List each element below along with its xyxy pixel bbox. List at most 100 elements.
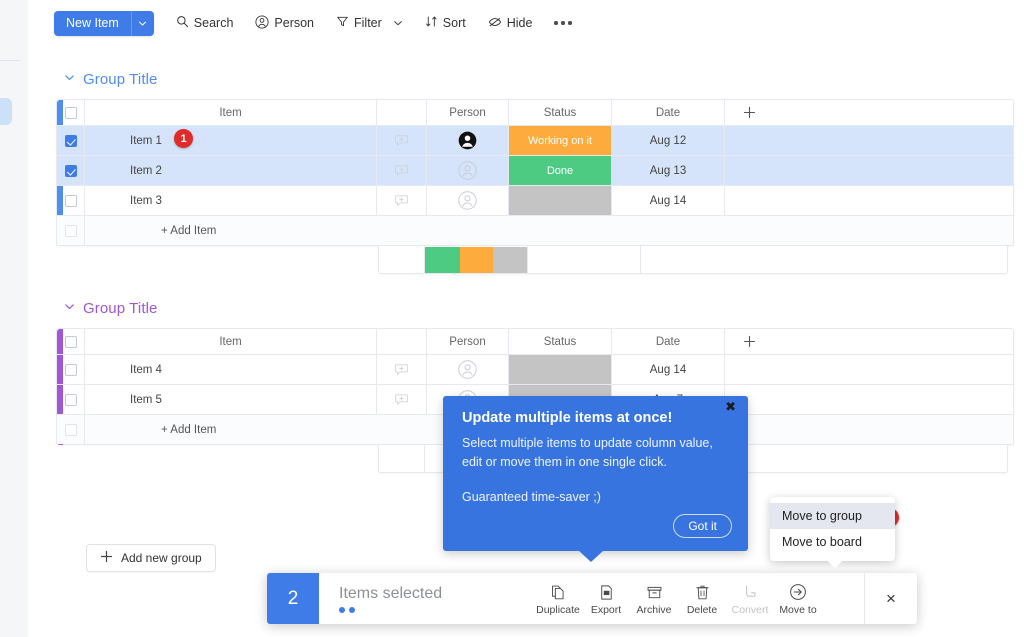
row-person-avatar[interactable] <box>427 156 509 185</box>
row-date-cell[interactable]: Aug 12 <box>612 126 725 155</box>
chevron-down-icon[interactable] <box>64 72 75 86</box>
table-row[interactable]: Item 3 Aug 14 <box>57 186 1013 216</box>
row-empty-cell <box>725 385 1013 414</box>
column-header-person[interactable]: Person <box>427 100 509 125</box>
row-checkbox[interactable] <box>57 385 85 414</box>
chevron-down-icon[interactable] <box>393 18 403 28</box>
got-it-button[interactable]: Got it <box>673 514 732 538</box>
archive-action[interactable]: Archive <box>630 582 678 616</box>
row-date-cell[interactable]: Aug 14 <box>612 355 725 384</box>
row-status-cell[interactable]: Done <box>509 156 612 185</box>
column-header-chat <box>377 329 427 354</box>
row-date-cell[interactable]: Aug 13 <box>612 156 725 185</box>
toolbar-search[interactable]: Search <box>176 15 234 31</box>
export-action[interactable]: Export <box>582 582 630 616</box>
group-1-header[interactable]: Group Title <box>64 68 1014 90</box>
column-header-date[interactable]: Date <box>612 329 725 354</box>
move-to-label: Move to <box>779 603 817 616</box>
more-options-icon[interactable] <box>554 21 572 25</box>
add-column-button[interactable] <box>725 100 1013 125</box>
row-person-avatar[interactable] <box>427 186 509 215</box>
row-item-name[interactable]: Item 5 <box>85 385 377 414</box>
add-update-icon[interactable] <box>377 186 427 215</box>
sidebar-active-indicator[interactable] <box>0 98 12 125</box>
status-segment-working <box>459 246 494 273</box>
group-1: Group Title Item Person Status Date Item… <box>28 68 1014 274</box>
onboarding-tooltip: ✖ Update multiple items at once! Select … <box>443 396 748 562</box>
add-column-button[interactable] <box>725 329 1013 354</box>
add-update-icon[interactable] <box>377 355 427 384</box>
status-distribution-bar <box>425 246 527 273</box>
row-checkbox[interactable] <box>57 126 85 155</box>
selected-label-block: Items selected <box>319 573 534 624</box>
move-to-action[interactable]: Move to <box>774 582 822 616</box>
status-segment-empty <box>493 246 527 273</box>
eye-off-icon <box>488 15 502 32</box>
close-icon[interactable]: × <box>864 573 917 624</box>
row-checkbox[interactable] <box>57 156 85 185</box>
convert-label: Convert <box>731 603 769 616</box>
chevron-down-icon[interactable] <box>64 301 75 315</box>
row-status-cell[interactable] <box>509 186 612 215</box>
selected-count-badge: 2 <box>267 573 319 624</box>
duplicate-action[interactable]: Duplicate <box>534 582 582 616</box>
convert-action[interactable]: Convert <box>726 582 774 616</box>
chevron-down-icon[interactable] <box>130 10 154 36</box>
bulk-actions: Duplicate Export Archive Delete Convert <box>534 573 864 624</box>
group-2-header[interactable]: Group Title <box>64 297 1014 319</box>
toolbar-person[interactable]: Person <box>255 14 314 32</box>
add-new-group-button[interactable]: Add new group <box>86 544 216 572</box>
column-header-item[interactable]: Item <box>85 100 377 125</box>
select-all-checkbox[interactable] <box>57 329 85 354</box>
move-to-menu: Move to group Move to board <box>770 497 895 569</box>
status-summary-cell[interactable] <box>425 246 528 273</box>
table-row[interactable]: Item 1 Working on it Aug 12 <box>57 126 1013 156</box>
add-item-row[interactable]: + Add Item <box>57 216 1013 245</box>
status-label: Working on it <box>509 126 611 155</box>
arrow-right-circle-icon <box>789 582 807 601</box>
column-header-date[interactable]: Date <box>612 100 725 125</box>
close-icon[interactable]: ✖ <box>725 400 736 413</box>
row-checkbox[interactable] <box>57 355 85 384</box>
add-update-icon[interactable] <box>377 126 427 155</box>
menu-item-move-to-group[interactable]: Move to group <box>770 503 895 529</box>
row-person-avatar[interactable] <box>427 355 509 384</box>
tooltip-body: Select multiple items to update column v… <box>462 436 713 469</box>
table-row[interactable]: Item 2 Done Aug 13 <box>57 156 1013 186</box>
selected-items-dots <box>339 607 534 613</box>
column-header-status[interactable]: Status <box>509 100 612 125</box>
row-item-name[interactable]: Item 2 <box>85 156 377 185</box>
toolbar-filter[interactable]: Filter <box>336 15 403 31</box>
group-2-title[interactable]: Group Title <box>83 300 157 317</box>
toolbar-sort-label: Sort <box>442 15 466 30</box>
duplicate-icon <box>550 582 567 601</box>
row-date-cell[interactable]: Aug 14 <box>612 186 725 215</box>
table-row[interactable]: Item 4 Aug 14 <box>57 355 1013 385</box>
new-item-button-group[interactable]: New Item <box>54 10 154 36</box>
add-update-icon[interactable] <box>377 385 427 414</box>
add-item-button[interactable]: + Add Item <box>85 216 1013 245</box>
toolbar-hide[interactable]: Hide <box>488 15 532 32</box>
menu-item-move-to-board[interactable]: Move to board <box>770 529 895 555</box>
add-update-icon[interactable] <box>377 156 427 185</box>
column-header-item[interactable]: Item <box>85 329 377 354</box>
row-status-cell[interactable] <box>509 355 612 384</box>
select-all-checkbox[interactable] <box>57 100 85 125</box>
column-header-status[interactable]: Status <box>509 329 612 354</box>
row-item-name[interactable]: Item 1 <box>85 126 377 155</box>
row-item-name[interactable]: Item 3 <box>85 186 377 215</box>
group-1-title[interactable]: Group Title <box>83 71 157 88</box>
trash-icon <box>694 582 711 601</box>
row-item-name[interactable]: Item 4 <box>85 355 377 384</box>
status-label <box>509 186 611 215</box>
delete-action[interactable]: Delete <box>678 582 726 616</box>
new-item-button[interactable]: New Item <box>54 10 131 36</box>
tooltip-title: Update multiple items at once! <box>462 410 673 426</box>
row-person-avatar[interactable] <box>427 126 509 155</box>
group-1-table-header: Item Person Status Date <box>57 100 1013 126</box>
toolbar-search-label: Search <box>193 15 234 30</box>
row-checkbox[interactable] <box>57 186 85 215</box>
column-header-person[interactable]: Person <box>427 329 509 354</box>
toolbar-sort[interactable]: Sort <box>425 15 466 31</box>
row-status-cell[interactable]: Working on it <box>509 126 612 155</box>
